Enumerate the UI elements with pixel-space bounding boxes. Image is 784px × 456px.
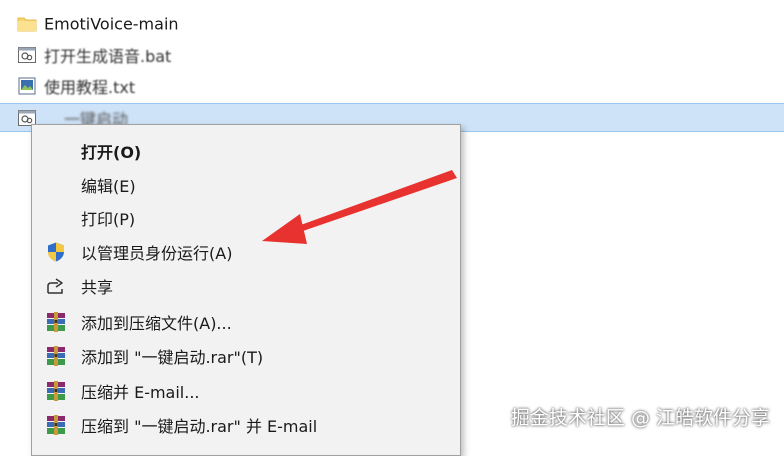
menu-item-share[interactable]: 共享 (32, 271, 460, 301)
menu-label: 编辑(E) (81, 177, 136, 196)
menu-label: 添加到 "一键启动.rar"(T) (81, 348, 264, 367)
menu-item-edit[interactable]: 编辑(E) (32, 170, 460, 200)
file-name: 使用教程.txt (44, 77, 136, 97)
menu-item-compress-rar-email[interactable]: 压缩到 "一键启动.rar" 并 E-mail (32, 410, 460, 440)
winrar-icon (47, 346, 65, 366)
menu-item-compress-email[interactable]: 压缩并 E-mail... (32, 376, 460, 406)
folder-icon (17, 17, 37, 31)
file-name: EmotiVoice-main (44, 14, 179, 33)
image-file-icon (18, 77, 36, 94)
file-name: 打开生成语音.bat (44, 46, 172, 66)
batch-file-icon (18, 46, 36, 63)
menu-label: 压缩到 "一键启动.rar" 并 E-mail (81, 417, 318, 436)
winrar-icon (47, 415, 65, 435)
menu-label: 共享 (81, 278, 114, 297)
winrar-icon (47, 312, 65, 332)
menu-label: 压缩并 E-mail... (81, 383, 200, 402)
file-row-bat[interactable]: 打开生成语音.bat (0, 39, 784, 70)
share-icon (47, 278, 63, 294)
winrar-icon (47, 381, 65, 401)
context-menu: 打开(O) 编辑(E) 打印(P) 以管理员身份运行(A) 共享 添加到压缩文件… (31, 124, 461, 456)
menu-label: 打印(P) (81, 210, 136, 229)
menu-item-run-as-admin[interactable]: 以管理员身份运行(A) (32, 237, 460, 267)
file-row-txt[interactable]: 使用教程.txt (0, 70, 784, 101)
file-row-folder[interactable]: EmotiVoice-main (0, 8, 784, 39)
menu-item-add-to-rar[interactable]: 添加到 "一键启动.rar"(T) (32, 341, 460, 371)
watermark: 掘金技术社区 @ 江皓软件分享 (510, 407, 770, 429)
menu-item-open[interactable]: 打开(O) (32, 136, 460, 166)
menu-item-print[interactable]: 打印(P) (32, 203, 460, 233)
menu-label: 添加到压缩文件(A)... (81, 314, 232, 333)
menu-item-add-to-archive[interactable]: 添加到压缩文件(A)... (32, 307, 460, 337)
menu-label: 以管理员身份运行(A) (81, 244, 233, 263)
uac-shield-icon (48, 242, 64, 262)
menu-label: 打开(O) (81, 143, 142, 162)
file-list: EmotiVoice-main 打开生成语音.bat 使用教程.txt 一键启动 (0, 8, 784, 132)
